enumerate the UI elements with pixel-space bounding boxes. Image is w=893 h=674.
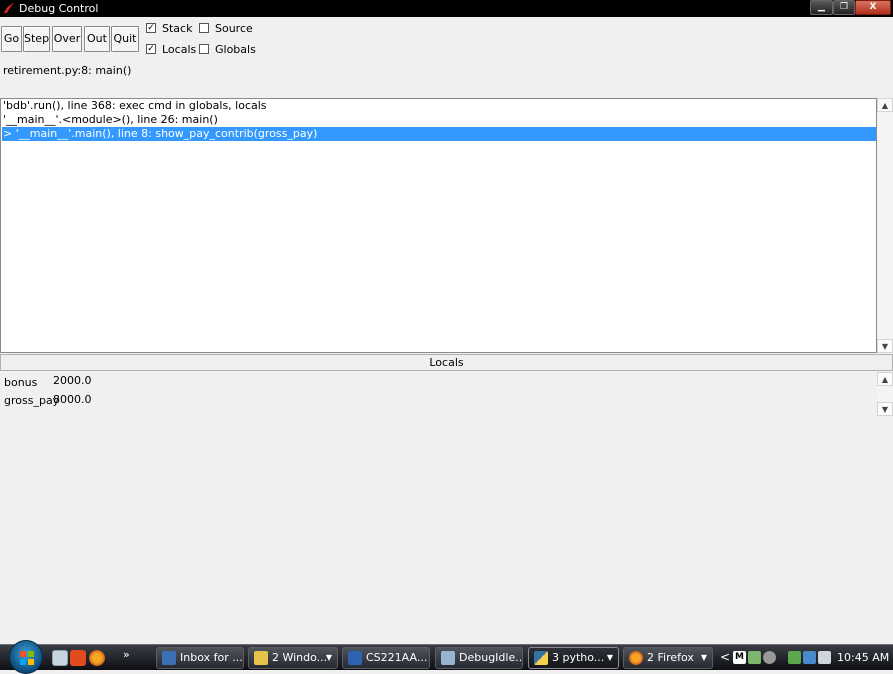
document-icon [441,651,455,665]
stack-frame[interactable]: > '__main__'.main(), line 8: show_pay_co… [2,127,876,141]
locals-header: Locals [0,354,893,371]
folder-icon [254,651,268,665]
taskbar: » Inbox for ... 2 Windo... ▼ CS221AA... … [0,640,893,674]
title-bar[interactable]: Debug Control ▁ ❐ X [0,0,893,17]
stack-frame[interactable]: 'bdb'.run(), line 368: exec cmd in globa… [2,99,876,113]
stack-listbox[interactable]: 'bdb'.run(), line 368: exec cmd in globa… [0,98,877,353]
step-button[interactable]: Step [23,26,50,52]
app-tray-icon[interactable] [763,651,776,664]
firefox-icon[interactable] [89,650,105,666]
tk-feather-icon [4,3,14,13]
taskbar-item-label: 2 Firefox [647,651,694,664]
globals-checkbox-label: Globals [215,43,256,56]
thunderbird-icon [162,651,176,665]
scroll-down-arrow-icon[interactable]: ▼ [877,339,893,353]
quick-launch-more-icon[interactable]: » [123,648,130,661]
python-icon [534,651,548,665]
scroll-up-arrow-icon[interactable]: ▲ [877,372,893,386]
taskbar-item-debugidle[interactable]: DebugIdle... [435,647,523,669]
taskbar-item-label: 3 pytho... [552,651,605,664]
clock[interactable]: 10:45 AM [837,651,889,664]
over-button[interactable]: Over [52,26,82,52]
taskbar-item-windows[interactable]: 2 Windo... ▼ [248,647,338,669]
scroll-down-arrow-icon[interactable]: ▼ [877,402,893,416]
office-icon[interactable] [70,650,86,666]
globals-checkbox-box[interactable] [199,44,209,54]
system-tray: < M 10:45 AM [716,646,893,670]
firefox-icon [629,651,643,665]
network-tray-icon[interactable] [803,651,816,664]
mail-tray-icon[interactable]: M [733,651,746,664]
taskbar-item-label: Inbox for ... [180,651,243,664]
show-desktop-icon[interactable] [52,650,68,666]
local-var-name: bonus [4,376,38,389]
taskbar-item-label: DebugIdle... [459,651,523,664]
debug-control-window: Debug Control ▁ ❐ X Go Step Over Out Qui… [0,0,893,644]
stack-checkbox-box[interactable]: ✓ [146,23,156,33]
minimize-button[interactable]: ▁ [810,0,833,15]
scroll-up-arrow-icon[interactable]: ▲ [877,98,893,112]
stack-scrollbar[interactable]: ▲ ▼ [877,98,893,353]
chevron-down-icon: ▼ [325,653,332,662]
stack-frame[interactable]: '__main__'.<module>(), line 26: main() [2,113,876,127]
stack-checkbox-label: Stack [162,22,193,35]
chevron-down-icon: ▼ [606,653,613,662]
app-tray-icon[interactable] [748,651,761,664]
taskbar-item-python[interactable]: 3 pytho... ▼ [528,647,619,669]
locals-checkbox-box[interactable]: ✓ [146,44,156,54]
status-line: retirement.py:8: main() [3,64,132,77]
go-button[interactable]: Go [1,26,22,52]
taskbar-item-label: 2 Windo... [272,651,328,664]
word-document-icon [348,651,362,665]
taskbar-item-firefox[interactable]: 2 Firefox ▼ [623,647,713,669]
tray-expand-icon[interactable]: < [720,650,730,664]
start-button[interactable] [9,640,43,674]
local-var-name: gross_pay [4,394,60,407]
windows-logo-icon [20,651,34,665]
taskbar-item-cs221[interactable]: CS221AA... [342,647,430,669]
source-checkbox-label: Source [215,22,253,35]
close-button[interactable]: X [855,0,891,15]
taskbar-item-inbox[interactable]: Inbox for ... [156,647,244,669]
locals-checkbox-label: Locals [162,43,197,56]
local-var-value[interactable]: 2000.0 [53,374,92,387]
out-button[interactable]: Out [84,26,110,52]
locals-scrollbar[interactable]: ▲ ▼ [877,372,893,416]
maximize-button[interactable]: ❐ [833,0,855,15]
security-tray-icon[interactable] [788,651,801,664]
volume-tray-icon[interactable] [818,651,831,664]
chevron-down-icon: ▼ [700,653,707,662]
taskbar-item-label: CS221AA... [366,651,428,664]
local-var-value[interactable]: 8000.0 [53,393,92,406]
source-checkbox-box[interactable] [199,23,209,33]
window-title: Debug Control [19,2,99,15]
quit-button[interactable]: Quit [111,26,139,52]
